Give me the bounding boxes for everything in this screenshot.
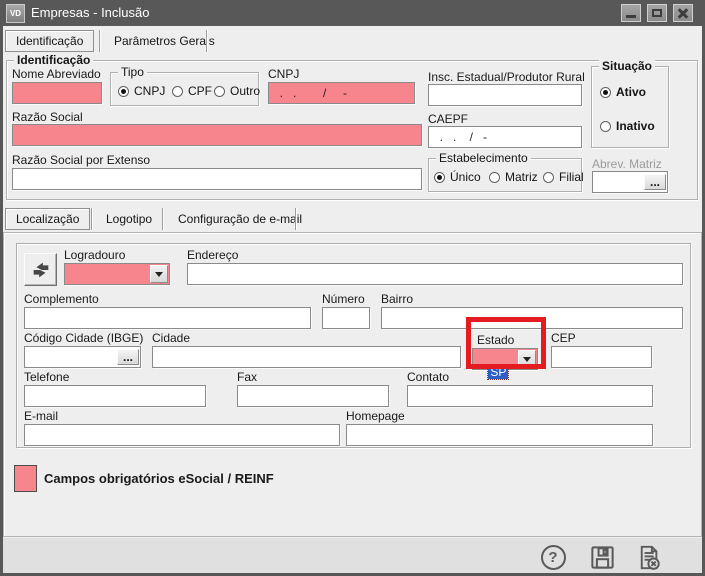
logradouro-combobox[interactable] (64, 263, 170, 285)
homepage-label: Homepage (346, 409, 405, 423)
razao-social-input[interactable] (12, 124, 422, 146)
radio-unico[interactable]: Único (434, 170, 481, 184)
cancel-button[interactable] (634, 543, 662, 571)
swap-address-button[interactable] (24, 253, 57, 286)
cancel-document-icon (635, 544, 662, 571)
radio-icon (543, 172, 554, 183)
radio-icon (600, 121, 611, 132)
radio-inativo[interactable]: Inativo (600, 119, 655, 133)
cep-label: CEP (551, 331, 576, 345)
tipo-group-title: Tipo (118, 65, 147, 79)
telefone-input[interactable] (24, 385, 206, 407)
estado-combobox[interactable]: SP (472, 348, 538, 370)
save-button[interactable] (588, 543, 616, 571)
endereco-input[interactable] (187, 263, 683, 285)
chevron-down-icon (155, 272, 163, 277)
email-input[interactable] (24, 424, 340, 446)
minimize-button[interactable] (621, 4, 641, 22)
tab-localizacao[interactable]: Localização (5, 208, 90, 230)
razao-social-label: Razão Social (12, 110, 83, 124)
cep-input[interactable] (551, 346, 652, 368)
nome-abreviado-input[interactable] (12, 82, 102, 104)
abrev-matriz-label: Abrev. Matriz (592, 157, 662, 171)
dialog-window: VD Empresas - Inclusão Identificação Par… (0, 0, 705, 576)
cidade-input[interactable] (152, 346, 461, 368)
app-icon: VD (6, 4, 25, 23)
legend-text: Campos obrigatórios eSocial / REINF (44, 471, 274, 486)
codigo-cidade-field: ... (24, 346, 141, 368)
caepf-input[interactable] (428, 126, 582, 148)
cnpj-input[interactable] (268, 82, 415, 104)
estado-value: SP (488, 365, 508, 379)
caepf-label: CAEPF (428, 112, 468, 126)
tab-logotipo[interactable]: Logotipo (96, 208, 162, 230)
radio-icon (600, 87, 611, 98)
estado-dropdown-button[interactable] (518, 350, 536, 368)
tab-identificacao[interactable]: Identificação (5, 30, 94, 52)
help-icon: ? (541, 545, 566, 570)
estado-label: Estado (477, 333, 514, 347)
tab-separator (162, 208, 163, 230)
save-icon (589, 544, 616, 571)
numero-label: Número (322, 292, 365, 306)
email-label: E-mail (24, 409, 58, 423)
maximize-icon (652, 9, 662, 17)
titlebar[interactable]: VD Empresas - Inclusão (0, 0, 705, 26)
tab-separator (91, 208, 92, 230)
radio-cnpj[interactable]: CNPJ (118, 84, 165, 98)
chevron-down-icon (523, 357, 531, 362)
swap-arrows-icon (30, 259, 52, 281)
maximize-button[interactable] (647, 4, 667, 22)
cidade-label: Cidade (152, 331, 190, 345)
tab-separator (206, 30, 207, 52)
abrev-matriz-field: ... (592, 171, 668, 193)
abrev-matriz-lookup-button[interactable]: ... (644, 174, 666, 190)
insc-estadual-label: Insc. Estadual/Produtor Rural (428, 70, 585, 84)
complemento-label: Complemento (24, 292, 99, 306)
fax-label: Fax (237, 370, 257, 384)
window-title: Empresas - Inclusão (31, 5, 150, 20)
contato-label: Contato (407, 370, 449, 384)
contato-input[interactable] (407, 385, 653, 407)
complemento-input[interactable] (24, 307, 311, 329)
radio-filial[interactable]: Filial (543, 170, 584, 184)
cnpj-label: CNPJ (268, 67, 299, 81)
help-button[interactable]: ? (540, 544, 566, 570)
identificacao-group-title: Identificação (14, 53, 93, 67)
radio-icon (214, 86, 225, 97)
nome-abreviado-label: Nome Abreviado (12, 67, 101, 81)
radio-icon (172, 86, 183, 97)
radio-icon (434, 172, 445, 183)
numero-input[interactable] (322, 307, 370, 329)
situacao-groupbox: Situação (591, 66, 669, 148)
razao-social-extenso-input[interactable] (12, 168, 422, 190)
logradouro-dropdown-button[interactable] (150, 265, 168, 283)
close-button[interactable] (673, 4, 693, 22)
bairro-input[interactable] (381, 307, 683, 329)
logradouro-label: Logradouro (64, 248, 125, 262)
tab-configuracao-email[interactable]: Configuração de e-mail (168, 208, 312, 230)
fax-input[interactable] (237, 385, 389, 407)
razao-social-extenso-label: Razão Social por Extenso (12, 153, 150, 167)
telefone-label: Telefone (24, 370, 69, 384)
bairro-label: Bairro (381, 292, 413, 306)
codigo-cidade-label: Código Cidade (IBGE) (24, 331, 143, 345)
situacao-group-title: Situação (599, 59, 655, 73)
estabelecimento-group-title: Estabelecimento (436, 151, 531, 165)
radio-matriz[interactable]: Matriz (489, 170, 538, 184)
insc-estadual-input[interactable] (428, 84, 582, 106)
required-field-swatch (14, 465, 37, 492)
radio-icon (118, 86, 129, 97)
minimize-icon (626, 15, 636, 18)
tab-separator (295, 208, 296, 230)
endereco-label: Endereço (187, 248, 238, 262)
radio-ativo[interactable]: Ativo (600, 85, 646, 99)
radio-icon (489, 172, 500, 183)
homepage-input[interactable] (346, 424, 653, 446)
codigo-cidade-lookup-button[interactable]: ... (117, 349, 139, 365)
radio-cpf[interactable]: CPF (172, 84, 212, 98)
radio-outro[interactable]: Outro (214, 84, 260, 98)
tab-separator (99, 30, 100, 52)
